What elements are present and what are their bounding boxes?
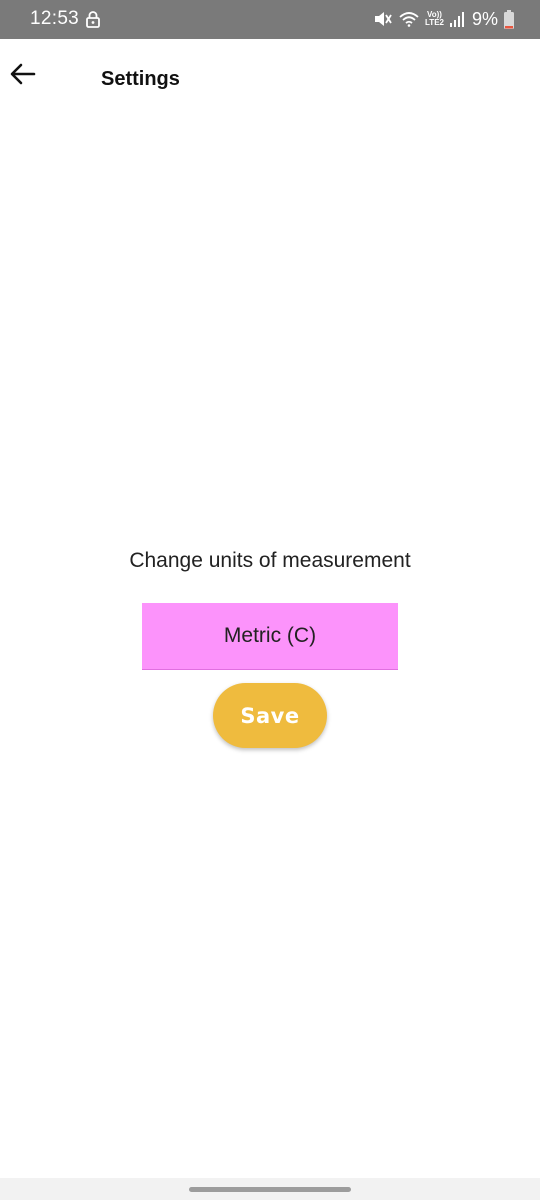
lock-icon [86,10,100,28]
battery-percentage: 9% [471,9,498,29]
page-title: Settings [101,68,180,90]
wifi-icon [399,11,419,27]
arrow-left-icon [10,63,36,90]
units-dropdown[interactable]: Metric (C) [142,603,398,670]
network-type-label: Vo)) LTE2 [425,11,444,27]
units-label: Change units of measurement [129,549,411,572]
battery-icon [504,9,514,29]
units-selected-value: Metric (C) [223,624,317,647]
status-icons: Vo)) LTE2 9% [373,6,514,32]
status-time: 12:53 [30,8,80,29]
save-button[interactable]: Save [213,683,327,748]
save-button-label: Save [240,703,300,728]
home-indicator[interactable] [189,1187,351,1192]
mute-icon [373,10,393,28]
app-bar: Settings [0,39,540,119]
lte-label: LTE2 [425,18,444,27]
signal-icon [449,11,466,27]
back-button[interactable] [8,61,38,91]
status-bar: 12:53 Vo)) LTE2 9% [0,0,540,39]
navigation-bar [0,1178,540,1200]
